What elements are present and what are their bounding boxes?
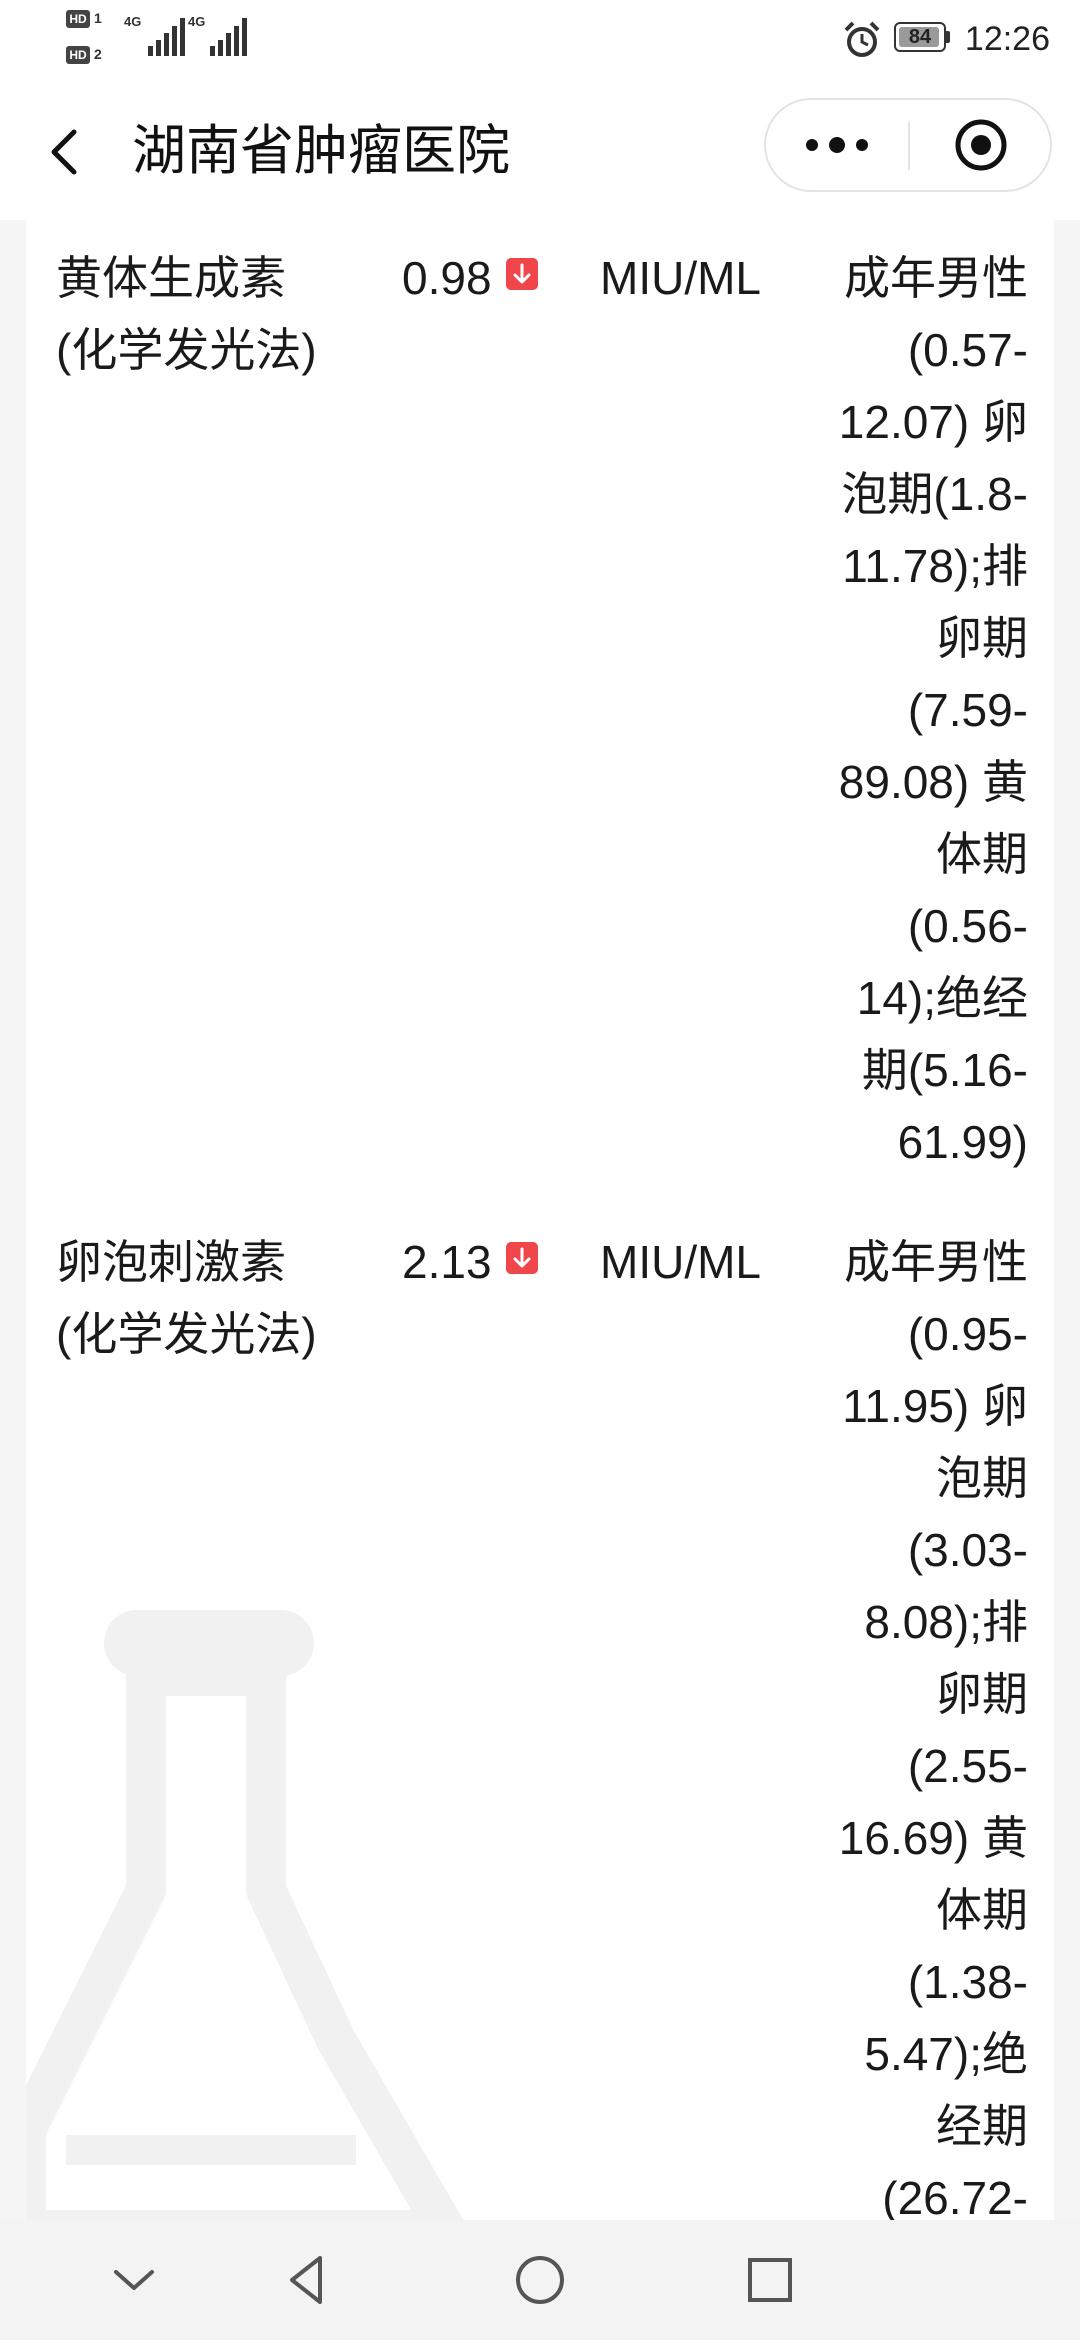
- chevron-down-icon: [114, 2270, 154, 2290]
- reference-range-line: (2.55-: [907, 1740, 1028, 1792]
- page-title: 湖南省肿瘤医院: [132, 121, 510, 181]
- network-type-1: 4G: [124, 14, 142, 29]
- test-unit: MIU/ML: [600, 252, 761, 304]
- hd-badge-1: HD: [66, 10, 90, 28]
- reference-range-line: 11.78);排: [842, 540, 1028, 592]
- reference-range-line: 经期: [936, 2100, 1028, 2152]
- app-screen: HD 1 HD 2 4G 4G 84 12:26 湖南省肿瘤医院 黄体生成素 (…: [0, 0, 1080, 2340]
- reference-range: 成年男性 (0.95- 11.95) 卵泡期 (3.03- 8.08);排卵期 (2.55…: [818, 1226, 1028, 2220]
- value-text: 0.98: [402, 252, 492, 304]
- reference-range-line: 11.95) 卵: [842, 1380, 1028, 1432]
- reference-range-line: 期(5.16-: [861, 1044, 1028, 1096]
- test-value: 2.13: [402, 1226, 538, 1298]
- test-name-line1: 卵泡刺激素: [56, 1236, 286, 1288]
- battery-level: 84: [908, 26, 932, 48]
- signal-icon: [148, 18, 185, 56]
- test-name-line2: (化学发光法): [56, 1308, 317, 1360]
- more-button[interactable]: [766, 100, 908, 190]
- reference-range-line: 体期: [936, 1884, 1028, 1936]
- alarm-icon: [844, 21, 880, 57]
- reference-range-line: 14);绝经: [856, 972, 1028, 1024]
- reference-range-line: 89.08) 黄: [838, 756, 1028, 808]
- reference-range-line: 卵期: [936, 612, 1028, 664]
- reference-range-line: 12.07) 卵: [838, 396, 1028, 448]
- down-arrow-icon: [505, 1242, 538, 1274]
- reference-range-line: 卵期: [936, 1668, 1028, 1720]
- signal-icon-2: [210, 18, 247, 56]
- sim-2-number: 2: [94, 46, 102, 62]
- reference-range-line: 成年男性: [844, 252, 1028, 304]
- back-triangle-icon: [290, 2256, 322, 2304]
- miniprogram-capsule: [764, 98, 1052, 192]
- hide-keyboard-button[interactable]: [102, 2248, 166, 2312]
- down-arrow-icon: [505, 258, 538, 290]
- close-miniprogram-button[interactable]: [910, 100, 1052, 190]
- test-unit: MIU/ML: [600, 1236, 761, 1288]
- sim-1-number: 1: [94, 10, 102, 26]
- network-type-2: 4G: [188, 14, 206, 29]
- reference-range-line: 泡期(1.8-: [841, 468, 1028, 520]
- reference-range-line: (0.56-: [907, 900, 1028, 952]
- nav-bar: 湖南省肿瘤医院: [0, 80, 1080, 220]
- reference-range-line: 泡期: [936, 1452, 1028, 1504]
- reference-range-line: (0.57-: [907, 324, 1028, 376]
- reference-range: 成年男性 (0.57- 12.07) 卵泡期(1.8- 11.78);排卵期 (7.59…: [818, 242, 1028, 1178]
- system-home-button[interactable]: [508, 2248, 572, 2312]
- reference-range-line: (3.03-: [907, 1524, 1028, 1576]
- back-button[interactable]: [38, 110, 98, 190]
- test-name-line1: 黄体生成素: [56, 252, 286, 304]
- home-circle-icon: [516, 2256, 564, 2304]
- status-right: 84 12:26: [750, 14, 1050, 64]
- reference-range-line: (7.59-: [907, 684, 1028, 736]
- chevron-left-icon: [51, 129, 77, 175]
- value-text: 2.13: [402, 1236, 492, 1288]
- system-recents-button[interactable]: [738, 2248, 802, 2312]
- result-row-lh: 黄体生成素 (化学发光法) 0.98 MIU/ML 成年男性 (0.57- 12.0…: [26, 242, 1054, 1202]
- reference-range-line: (1.38-: [907, 1956, 1028, 2008]
- battery-tip: [946, 31, 950, 43]
- system-navigation-bar: [0, 2220, 1080, 2340]
- target-circle-icon: [955, 119, 1007, 171]
- reference-range-line: (26.72-: [882, 2172, 1028, 2220]
- test-name-line2: (化学发光法): [56, 324, 317, 376]
- reference-range-line: 成年男性: [844, 1236, 1028, 1288]
- reference-range-line: 体期: [936, 828, 1028, 880]
- reference-range-line: 16.69) 黄: [838, 1812, 1028, 1864]
- test-name: 黄体生成素 (化学发光法): [56, 242, 386, 386]
- test-name: 卵泡刺激素 (化学发光法): [56, 1226, 386, 1370]
- reference-range-line: (0.95-: [907, 1308, 1028, 1360]
- result-row-fsh: 卵泡刺激素 (化学发光法) 2.13 MIU/ML 成年男性 (0.95- 11.9…: [26, 1226, 1054, 2220]
- reference-range-line: 61.99): [897, 1116, 1028, 1168]
- system-back-button[interactable]: [276, 2248, 340, 2312]
- results-list: 黄体生成素 (化学发光法) 0.98 MIU/ML 成年男性 (0.57- 12.0…: [26, 220, 1054, 2220]
- test-value: 0.98: [402, 242, 538, 314]
- reference-range-line: 8.08);排: [864, 1596, 1028, 1648]
- more-dots-icon: [806, 137, 868, 153]
- reference-range-line: 5.47);绝: [864, 2028, 1028, 2080]
- status-bar: HD 1 HD 2 4G 4G 84 12:26: [0, 0, 1080, 80]
- battery-icon: 84: [894, 22, 946, 52]
- clock: 12:26: [964, 20, 1050, 58]
- recents-square-icon: [748, 2258, 792, 2302]
- hd-badge-2: HD: [66, 46, 90, 64]
